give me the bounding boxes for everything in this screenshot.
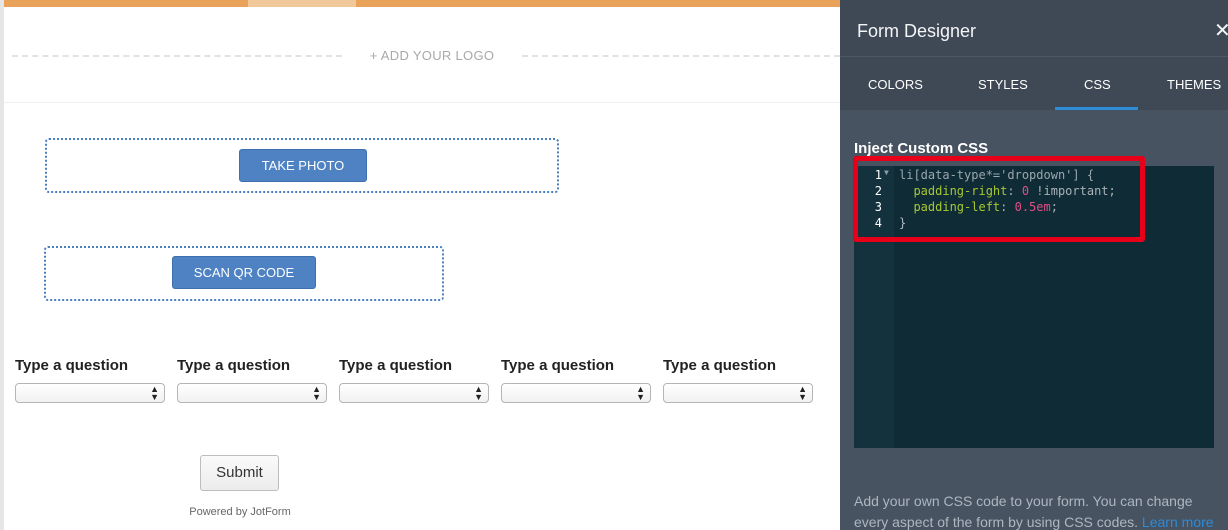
panel-title: Form Designer <box>857 21 977 41</box>
updown-arrows-icon: ▲ ▼ <box>150 384 159 402</box>
dropdown-question-1: Type a question ▲ ▼ <box>15 357 167 403</box>
take-photo-button[interactable]: TAKE PHOTO <box>239 149 367 182</box>
take-photo-field: TAKE PHOTO <box>45 138 559 193</box>
question-label: Type a question <box>177 357 291 374</box>
submit-button[interactable]: Submit <box>200 455 279 491</box>
question-label: Type a question <box>339 357 453 374</box>
logo-placeholder-row[interactable]: + ADD YOUR LOGO <box>12 38 840 74</box>
question-dropdown[interactable]: ▲ ▼ <box>663 383 813 403</box>
dropdown-question-2: Type a question ▲ ▼ <box>177 357 329 403</box>
scan-qr-field: SCAN QR CODE <box>44 246 444 301</box>
logo-dash-left <box>12 55 342 57</box>
tab-themes[interactable]: THEMES <box>1167 77 1221 92</box>
question-dropdown[interactable]: ▲ ▼ <box>501 383 651 403</box>
logo-dash-right <box>522 55 840 57</box>
updown-arrows-icon: ▲ ▼ <box>798 384 807 402</box>
powered-by-label[interactable]: Powered by JotForm <box>154 506 326 518</box>
updown-arrows-icon: ▲ ▼ <box>636 384 645 402</box>
add-logo-label[interactable]: + ADD YOUR LOGO <box>348 48 516 63</box>
learn-more-link[interactable]: Learn more <box>1142 514 1214 530</box>
close-icon[interactable]: ✕ <box>1214 18 1228 43</box>
tab-css[interactable]: CSS <box>1084 77 1111 92</box>
form-canvas: + ADD YOUR LOGO TAKE PHOTO SCAN QR CODE … <box>0 0 840 530</box>
section-title: Inject Custom CSS <box>854 140 989 157</box>
accent-segment <box>248 0 356 7</box>
form-designer-panel: Form Designer ✕ COLORS STYLES CSS THEMES… <box>840 0 1228 530</box>
updown-arrows-icon: ▲ ▼ <box>312 384 321 402</box>
designer-tabs: COLORS STYLES CSS THEMES <box>840 56 1228 110</box>
css-help-text: Add your own CSS code to your form. You … <box>854 491 1228 530</box>
active-tab-indicator <box>1055 107 1138 110</box>
tab-colors[interactable]: COLORS <box>868 77 923 92</box>
highlight-annotation-box <box>853 156 1145 242</box>
question-dropdown[interactable]: ▲ ▼ <box>177 383 327 403</box>
panel-header: Form Designer ✕ <box>840 0 1228 56</box>
question-dropdown[interactable]: ▲ ▼ <box>339 383 489 403</box>
scan-qr-button[interactable]: SCAN QR CODE <box>172 256 316 289</box>
tab-styles[interactable]: STYLES <box>978 77 1028 92</box>
question-label: Type a question <box>501 357 615 374</box>
header-separator <box>4 102 840 103</box>
dropdown-question-3: Type a question ▲ ▼ <box>339 357 491 403</box>
form-accent-bar <box>4 0 840 7</box>
question-label: Type a question <box>15 357 129 374</box>
question-label: Type a question <box>663 357 777 374</box>
dropdown-question-4: Type a question ▲ ▼ <box>501 357 653 403</box>
updown-arrows-icon: ▲ ▼ <box>474 384 483 402</box>
dropdown-question-5: Type a question ▲ ▼ <box>663 357 815 403</box>
question-dropdown[interactable]: ▲ ▼ <box>15 383 165 403</box>
